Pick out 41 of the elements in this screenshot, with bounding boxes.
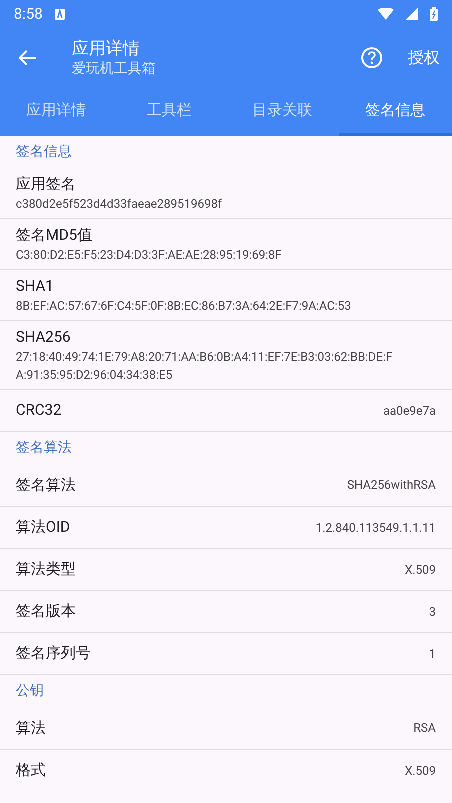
row-label: 算法类型: [16, 559, 76, 580]
row-value: aa0e9e7a: [383, 402, 436, 420]
notification-icon: [54, 8, 65, 20]
tab[interactable]: 签名信息: [339, 88, 452, 136]
row-label: 签名算法: [16, 474, 76, 496]
help-icon: [361, 47, 383, 69]
row-value: 1.2.840.113549.1.1.11: [316, 520, 436, 536]
row-value: SHA256withRSA: [347, 477, 436, 494]
row-value: c380d2e5f523d4d33faeae289519698f: [16, 196, 224, 213]
signal-icon: [406, 8, 418, 20]
tab[interactable]: 工具栏: [113, 88, 226, 136]
authorize-button[interactable]: 授权: [406, 38, 452, 78]
row-label: SHA256: [16, 327, 72, 348]
section-header: 签名算法: [16, 438, 72, 458]
tab[interactable]: 目录关联: [226, 88, 339, 136]
row-value: C3:80:D2:E5:F5:23:D4:D3:3F:AE:AE:28:95:19:69:8F: [16, 247, 283, 264]
row-label: 算法: [16, 718, 46, 739]
section-header: 公钥: [16, 682, 44, 700]
row-value: 27:18:40:49:74:1E:79:A8:20:71:AA:B6:0B:A4:11:EF:7E:B3:03:62:BB:DE:FA:91:35:95:D2:96:04:34:38:E5: [16, 349, 394, 384]
row-label: SHA1: [16, 276, 55, 297]
row-label: 签名版本: [16, 601, 76, 622]
row-label: 算法OID: [16, 517, 70, 538]
row-value: 8B:EF:AC:57:67:6F:C4:5F:0F:8B:EC:86:B7:3A:64:2E:F7:9A:AC:53: [16, 298, 352, 315]
row-label: 签名序列号: [16, 643, 91, 664]
row-value: X.509: [405, 562, 436, 578]
row-value: RSA: [414, 720, 436, 737]
row-value: X.509: [405, 762, 436, 780]
battery-icon: [430, 7, 438, 21]
wifi-icon: [378, 8, 394, 20]
row-value: 1: [429, 646, 436, 662]
row-label: 签名MD5值: [16, 225, 94, 246]
row-label: 格式: [16, 760, 46, 782]
section-header: 签名信息: [16, 142, 72, 162]
back-arrow-icon: [19, 50, 37, 66]
tab[interactable]: 应用详情: [0, 88, 113, 136]
status-time: 8:58: [14, 4, 43, 25]
toolbar-subtitle: 爱玩机工具箱: [72, 60, 157, 78]
row-value: 3: [429, 604, 436, 620]
row-label: 应用签名: [16, 174, 77, 195]
row-label: CRC32: [16, 400, 62, 422]
toolbar-title: 应用详情: [72, 38, 141, 60]
